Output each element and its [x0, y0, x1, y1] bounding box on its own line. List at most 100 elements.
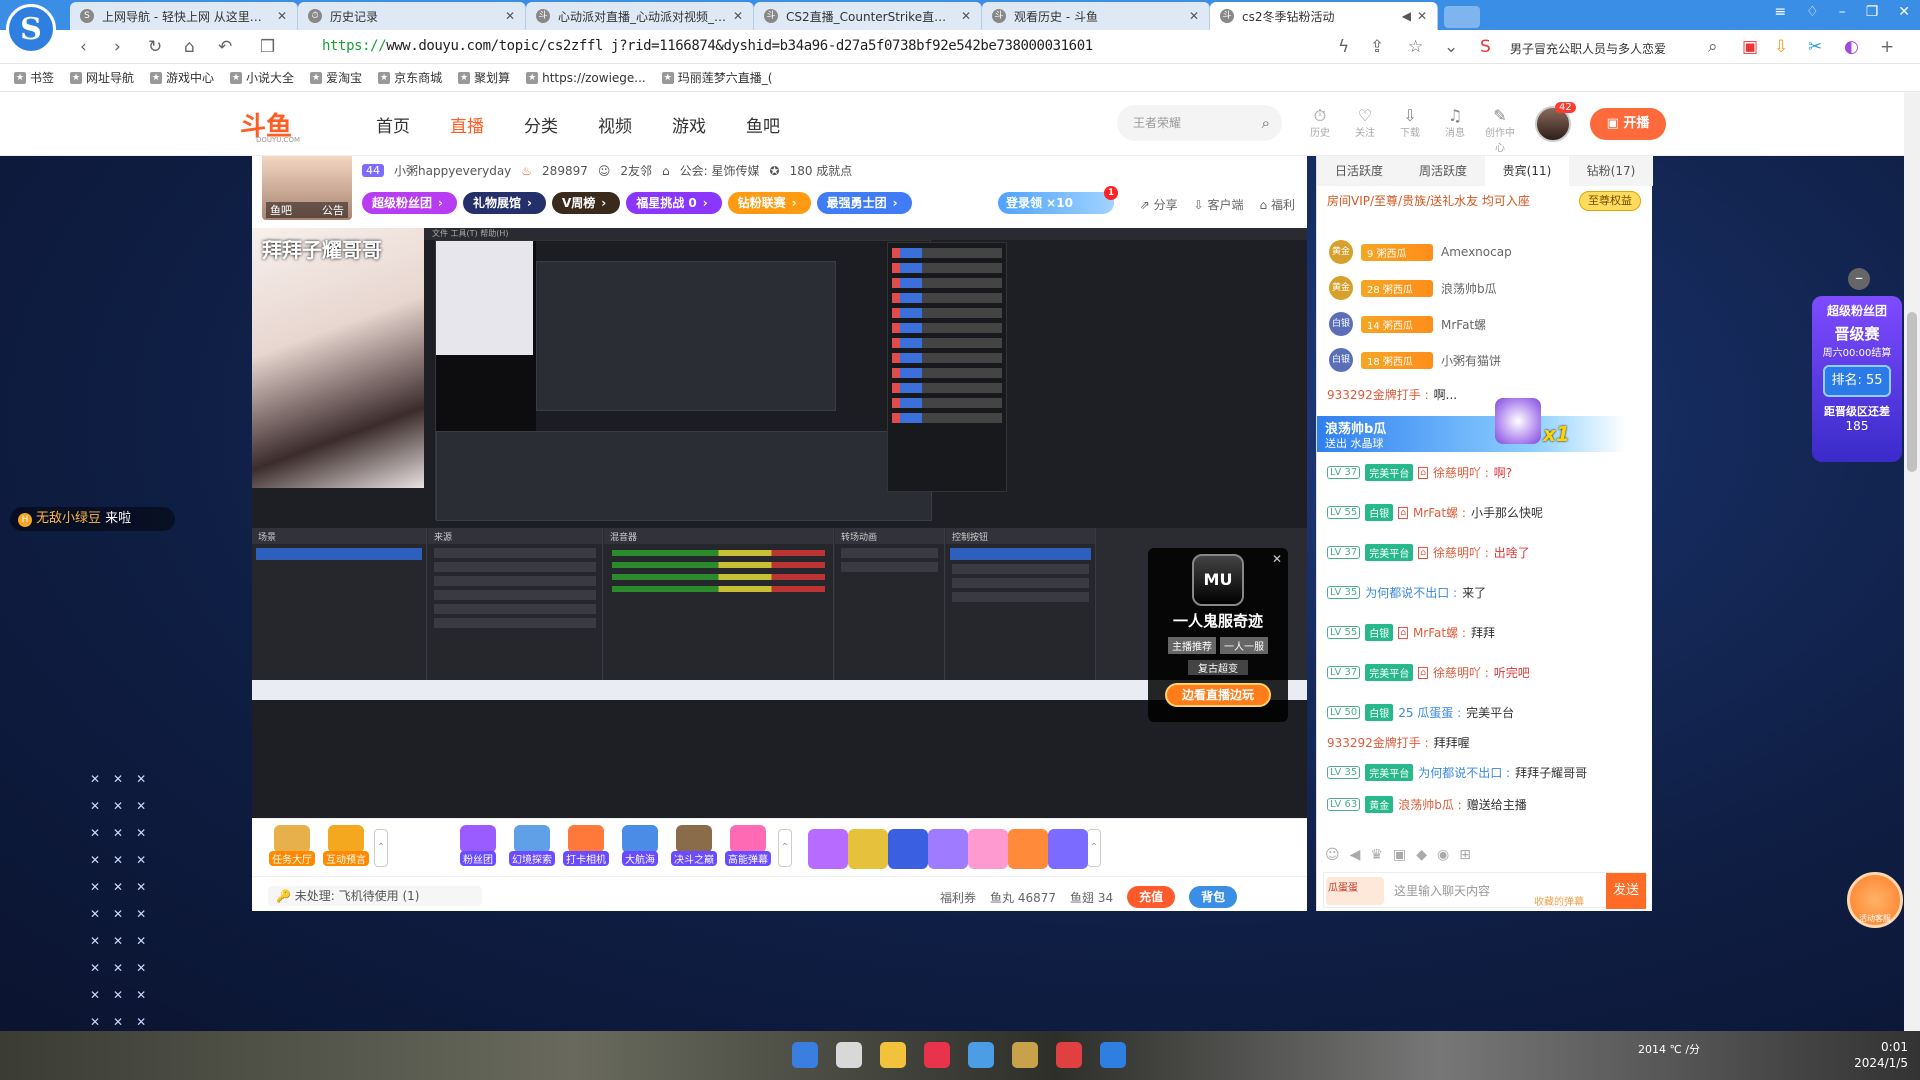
chat-username[interactable]: 933292金牌打手 : — [1327, 734, 1429, 751]
lightning-icon[interactable]: ϟ — [1338, 37, 1349, 57]
chat-message[interactable]: LV 50 白银 25 瓜蛋蛋 : 完美平台 — [1327, 704, 1514, 721]
sidebar-tab[interactable]: 日活跃度 — [1317, 156, 1401, 186]
gift-item[interactable]: 任务大厅 — [266, 825, 318, 866]
back-icon[interactable]: ‹ — [80, 37, 87, 57]
emoji-icon[interactable]: ☺ — [1325, 847, 1340, 863]
tab-close-icon[interactable]: ✕ — [277, 9, 287, 23]
bookmark-item[interactable]: ★ 游戏中心 — [150, 69, 214, 86]
ad-play-button[interactable]: 边看直播边玩 — [1165, 683, 1271, 707]
anchor-pill[interactable]: 超级粉丝团 — [362, 192, 457, 214]
chat-message[interactable]: LV 35 为何都说不出口 : 来了 — [1327, 584, 1486, 601]
gift-square-icon[interactable] — [928, 829, 968, 869]
folder-icon[interactable] — [880, 1042, 906, 1068]
sidebar-tab[interactable]: 钻粉(17) — [1569, 156, 1653, 186]
search-icon[interactable] — [836, 1042, 862, 1068]
chat-username[interactable]: MrFat螺 : — [1413, 624, 1466, 641]
chat-message[interactable]: LV 37 完美平台 ⌂ 徐慈明吖 : 出啥了 — [1327, 544, 1530, 561]
tab-close-icon[interactable]: ✕ — [1189, 9, 1199, 23]
anchor-pill[interactable]: 礼物展馆 — [462, 192, 546, 214]
supreme-rights-button[interactable]: 至尊权益 — [1579, 191, 1641, 211]
chat-username[interactable]: 为何都说不出口 : — [1418, 764, 1510, 781]
chat-username[interactable]: 为何都说不出口 : — [1365, 584, 1457, 601]
close-icon[interactable]: ✕ — [1898, 4, 1910, 20]
refresh-icon[interactable]: ↻ — [148, 37, 162, 57]
browser2-icon[interactable] — [1056, 1042, 1082, 1068]
anchor-pill[interactable]: 最强勇士团 — [816, 192, 912, 214]
chat-username[interactable]: MrFat螺 : — [1413, 504, 1466, 521]
browser-tab[interactable]: ⏱ 历史记录 ✕ — [298, 2, 526, 30]
anchor-avatar[interactable]: 鱼吧 公告 — [262, 156, 352, 220]
bookmark-item[interactable]: ★ 玛丽莲梦六直播_( — [661, 69, 772, 86]
scroll-chevron-icon[interactable]: ⌃ — [778, 829, 792, 867]
weather[interactable]: 2014 ℃ /分 — [1638, 1041, 1700, 1057]
highlight-icon[interactable]: ⊞ — [1459, 847, 1471, 863]
tab-close-icon[interactable]: ✕ — [505, 9, 515, 23]
chat-message[interactable]: LV 63 黄金 浪荡帅b瓜 : 赠送给主播 — [1327, 796, 1527, 813]
browser-tab[interactable]: 斗观看历史 - 斗鱼 ✕ — [982, 2, 1210, 30]
browser-tab[interactable]: 斗 cs2冬季钻粉活动 ◀ ✕ — [1210, 2, 1438, 30]
header-icon[interactable]: ⇩ 下载 — [1395, 106, 1425, 154]
bookmark-item[interactable]: ★ 京东商城 — [378, 69, 442, 86]
header-icon[interactable]: ♡ 关注 — [1350, 106, 1380, 154]
settings-icon[interactable] — [968, 1042, 994, 1068]
tab-close-icon[interactable]: ✕ — [733, 9, 743, 23]
anchor-pill[interactable]: 福星挑战 0 — [626, 192, 722, 214]
chat-message[interactable]: LV 37 完美平台 ⌂ 徐慈明吖 : 听完吧 — [1327, 664, 1530, 681]
nav-item[interactable]: 视频 — [598, 112, 632, 137]
bookmark-item[interactable]: ★ 小说大全 — [230, 69, 294, 86]
friends-count[interactable]: 2友邻 — [620, 162, 652, 179]
chat-message[interactable]: LV 55 白银 ⌂ MrFat螺 : 小手那么快呢 — [1327, 504, 1543, 521]
bookmark-item[interactable]: ★ 爱淘宝 — [310, 69, 362, 86]
chat-username[interactable]: 徐慈明吖 : — [1433, 464, 1489, 481]
gift-item[interactable]: 粉丝团 — [452, 825, 504, 866]
anchor-name[interactable]: 小粥happyeveryday — [394, 162, 511, 179]
home-icon[interactable]: ⌂ — [184, 37, 195, 57]
search-icon[interactable]: ⌕ — [1708, 37, 1718, 57]
sidebar-tab[interactable]: 周活跃度 — [1401, 156, 1485, 186]
scroll-chevron-icon[interactable]: ⌃ — [1087, 829, 1101, 867]
theme-icon[interactable]: ◐ — [1844, 37, 1859, 57]
gift-square-icon[interactable] — [1048, 829, 1088, 869]
search-engine-icon[interactable]: S — [1480, 37, 1491, 57]
chat-username[interactable]: 933292金牌打手 : — [1327, 386, 1429, 403]
start-icon[interactable] — [792, 1042, 818, 1068]
vip-row[interactable]: 白银 14 粥西瓜 MrFat螺 — [1329, 312, 1486, 336]
nav-item[interactable]: 鱼吧 — [746, 112, 780, 137]
nav-item[interactable]: 游戏 — [672, 112, 706, 137]
guild-name[interactable]: 公会: 星饰传媒 — [680, 162, 760, 179]
chat-input[interactable]: 瓜蛋蛋 这里输入聊天内容 收藏的弹幕 发送 — [1323, 872, 1647, 909]
fishbar-link[interactable]: 鱼吧 — [270, 202, 292, 218]
welfare-ticket[interactable]: 福利券 — [940, 889, 976, 906]
douyu-logo[interactable]: 斗鱼 DOUYU.COM — [240, 106, 316, 144]
menu-icon[interactable]: ≡ — [1774, 4, 1786, 20]
share-button[interactable]: ⇗ 分享 — [1140, 196, 1178, 213]
bookmark-item[interactable]: ★ 聚划算 — [458, 69, 510, 86]
new-tab-icon[interactable]: + — [1880, 37, 1894, 57]
bookmark-item[interactable]: ★ 网址导航 — [70, 69, 134, 86]
url-field[interactable]: https://www.douyu.com/topic/cs2zffl j?ri… — [322, 38, 1093, 54]
go-live-button[interactable]: ▣ 开播 — [1590, 108, 1666, 140]
gift-item[interactable]: 打卡相机 — [560, 825, 612, 866]
shirt-icon[interactable]: ♢ — [1806, 4, 1819, 20]
bookmark-item[interactable]: ★ https://zowiege... — [526, 71, 646, 85]
share-icon[interactable]: ⇪ — [1370, 37, 1384, 57]
login-gift-button[interactable]: 登录领 ×10 1 — [998, 186, 1118, 214]
star-icon[interactable]: ☆ — [1408, 37, 1423, 57]
new-tab-button[interactable] — [1444, 6, 1480, 28]
gift-square-icon[interactable] — [808, 829, 848, 869]
pending-items[interactable]: 🔑 未处理: 飞机待使用 (1) — [268, 886, 482, 906]
anchor-pill[interactable]: 钻粉联赛 — [727, 192, 811, 214]
minimize-icon[interactable]: – — [1839, 4, 1846, 20]
gift-item[interactable]: 幻境探索 — [506, 825, 558, 866]
gift-item[interactable]: 互动预言 — [320, 825, 372, 866]
chat-message[interactable]: LV 35 完美平台 为何都说不出口 : 拜拜子耀哥哥 — [1327, 764, 1587, 781]
nav-item[interactable]: 分类 — [524, 112, 558, 137]
send-button[interactable]: 发送 — [1606, 873, 1646, 909]
collapse-icon[interactable]: – — [1848, 268, 1870, 290]
scroll-chevron-icon[interactable]: ⌃ — [374, 829, 388, 867]
forward-icon[interactable]: › — [114, 37, 121, 57]
search-icon[interactable]: ⌕ — [1262, 105, 1270, 141]
nav-item[interactable]: 直播 — [450, 112, 484, 137]
bookmark-item[interactable]: ★ 书签 — [14, 69, 54, 86]
chevron-down-icon[interactable]: ⌄ — [1444, 37, 1458, 57]
